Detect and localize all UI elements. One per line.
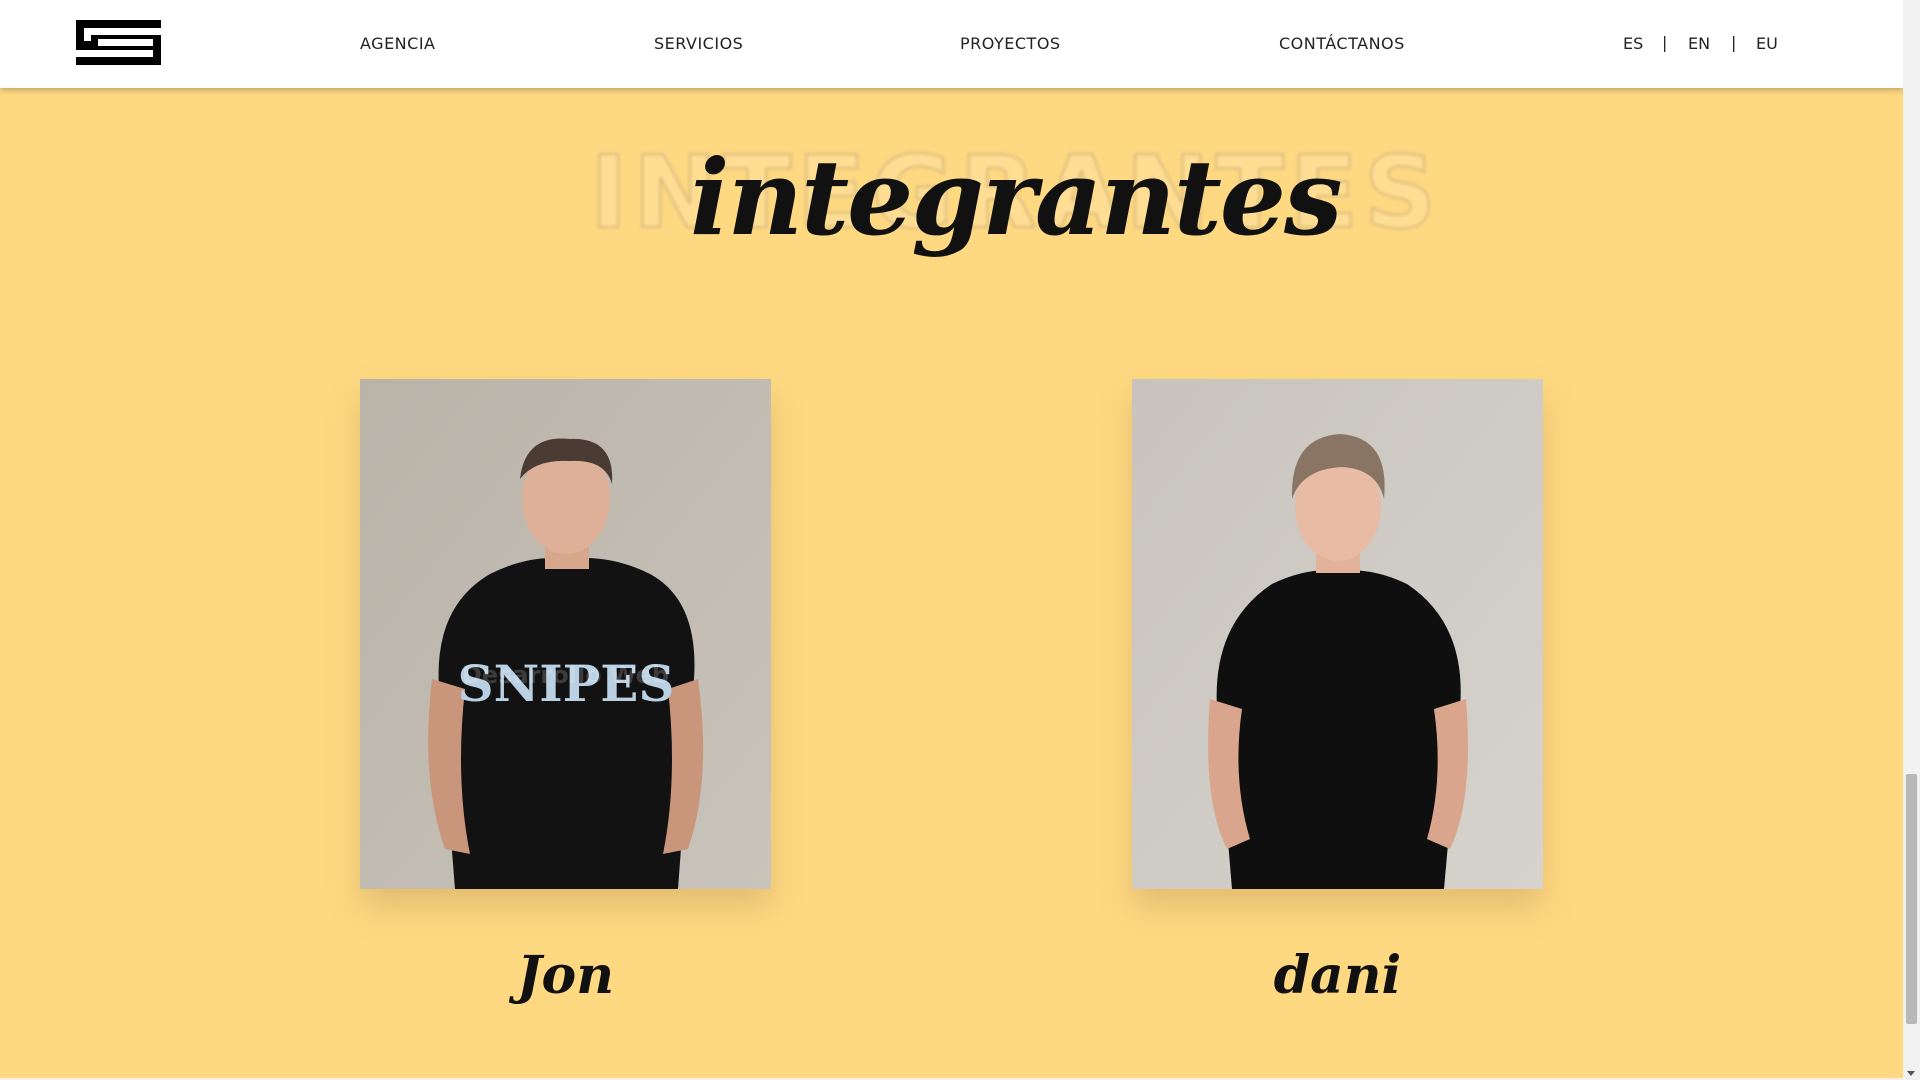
member-card-jon: SNIPES Desarrollo Web xyxy=(360,379,771,889)
nav-proyectos[interactable]: PROYECTOS xyxy=(960,34,1061,53)
language-es[interactable]: ES xyxy=(1623,34,1643,53)
member-photo: SNIPES xyxy=(360,379,771,889)
nav-servicios[interactable]: SERVICIOS xyxy=(654,34,743,53)
scroll-down-arrow-icon[interactable] xyxy=(1907,1071,1915,1076)
member-card-dani xyxy=(1132,379,1543,889)
language-eu[interactable]: EU xyxy=(1756,34,1778,53)
member-photo xyxy=(1132,379,1543,889)
photo-watermark: Desarrollo Web xyxy=(461,661,670,689)
nav-contactanos[interactable]: CONTÁCTANOS xyxy=(1279,34,1405,53)
section-title: integrantes xyxy=(690,136,1343,259)
scrollbar-thumb[interactable] xyxy=(1906,774,1917,1024)
language-separator: | xyxy=(1731,33,1737,52)
member-name-jon: Jon xyxy=(516,945,615,1006)
brand-logo[interactable] xyxy=(76,20,161,65)
vertical-scrollbar[interactable] xyxy=(1903,0,1920,1080)
language-separator: | xyxy=(1662,33,1668,52)
language-en[interactable]: EN xyxy=(1688,34,1710,53)
top-navigation-bar: AGENCIA SERVICIOS PROYECTOS CONTÁCTANOS … xyxy=(0,0,1903,88)
nav-agencia[interactable]: AGENCIA xyxy=(360,34,435,53)
member-name-dani: dani xyxy=(1273,945,1402,1006)
